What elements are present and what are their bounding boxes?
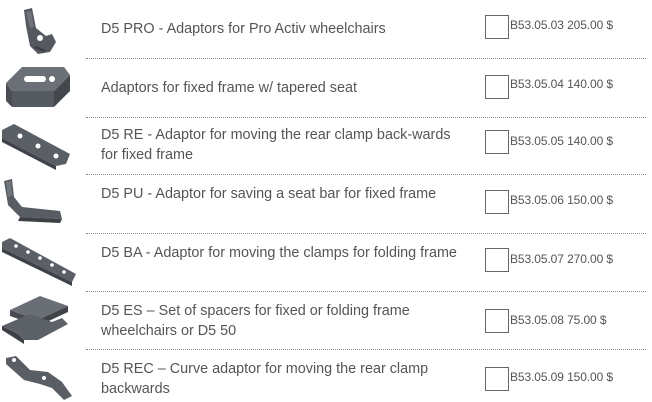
order-checkbox[interactable] (485, 75, 509, 99)
product-code-price: B53.05.09 150.00 $ (510, 370, 613, 384)
product-code: B53.05.06 (510, 193, 564, 207)
product-price: 150.00 $ (567, 193, 613, 207)
order-checkbox[interactable] (485, 309, 509, 333)
product-code: B53.05.04 (510, 77, 564, 91)
product-row: D5 REC – Curve adaptor for moving the re… (0, 350, 652, 401)
product-code-price: B53.05.04 140.00 $ (510, 77, 613, 91)
order-checkbox[interactable] (485, 130, 509, 154)
product-code: B53.05.03 (510, 18, 564, 32)
product-code-price: B53.05.07 270.00 $ (510, 252, 613, 266)
wheelchair-adaptor-pro-activ-icon (0, 6, 82, 56)
product-code-price: B53.05.05 140.00 $ (510, 134, 613, 148)
product-price: 140.00 $ (567, 77, 613, 91)
product-code-price: B53.05.06 150.00 $ (510, 193, 613, 207)
order-checkbox[interactable] (485, 367, 509, 391)
product-row: D5 RE - Adaptor for moving the rear clam… (0, 118, 652, 174)
product-description: D5 PRO - Adaptors for Pro Activ wheelcha… (101, 21, 386, 37)
product-description: D5 RE - Adaptor for moving the rear clam… (101, 127, 451, 163)
product-code: B53.05.07 (510, 252, 564, 266)
product-code-price: B53.05.03 205.00 $ (510, 18, 613, 32)
product-description: D5 PU - Adaptor for saving a seat bar fo… (101, 186, 437, 202)
product-price: 75.00 $ (567, 313, 607, 327)
product-description: D5 ES – Set of spacers for fixed or fold… (101, 303, 410, 339)
order-checkbox[interactable] (485, 190, 509, 214)
product-price: 205.00 $ (567, 18, 613, 32)
product-price: 270.00 $ (567, 252, 613, 266)
product-code: B53.05.08 (510, 313, 564, 327)
product-row: D5 ES – Set of spacers for fixed or fold… (0, 292, 652, 349)
product-description: D5 REC – Curve adaptor for moving the re… (101, 361, 429, 397)
order-checkbox[interactable] (485, 15, 509, 39)
product-price: 140.00 $ (567, 134, 613, 148)
product-code: B53.05.05 (510, 134, 564, 148)
folding-clamp-adaptor-icon (0, 236, 82, 288)
order-checkbox[interactable] (485, 248, 509, 272)
product-row: D5 PU - Adaptor for saving a seat bar fo… (0, 175, 652, 233)
curve-adaptor-icon (0, 352, 82, 402)
spacer-set-icon (0, 292, 82, 348)
product-row: D5 BA - Adaptor for moving the clamps fo… (0, 234, 652, 291)
product-description: Adaptors for fixed frame w/ tapered seat (101, 80, 357, 96)
product-row: D5 PRO - Adaptors for Pro Activ wheelcha… (0, 0, 652, 58)
product-price: 150.00 $ (567, 370, 613, 384)
fixed-frame-adaptor-icon (0, 61, 82, 115)
product-code: B53.05.09 (510, 370, 564, 384)
product-row: Adaptors for fixed frame w/ tapered seat… (0, 59, 652, 117)
product-description: D5 BA - Adaptor for moving the clamps fo… (101, 245, 457, 261)
rear-clamp-adaptor-icon (0, 120, 82, 172)
product-code-price: B53.05.08 75.00 $ (510, 313, 607, 327)
seat-bar-adaptor-icon (0, 175, 82, 233)
